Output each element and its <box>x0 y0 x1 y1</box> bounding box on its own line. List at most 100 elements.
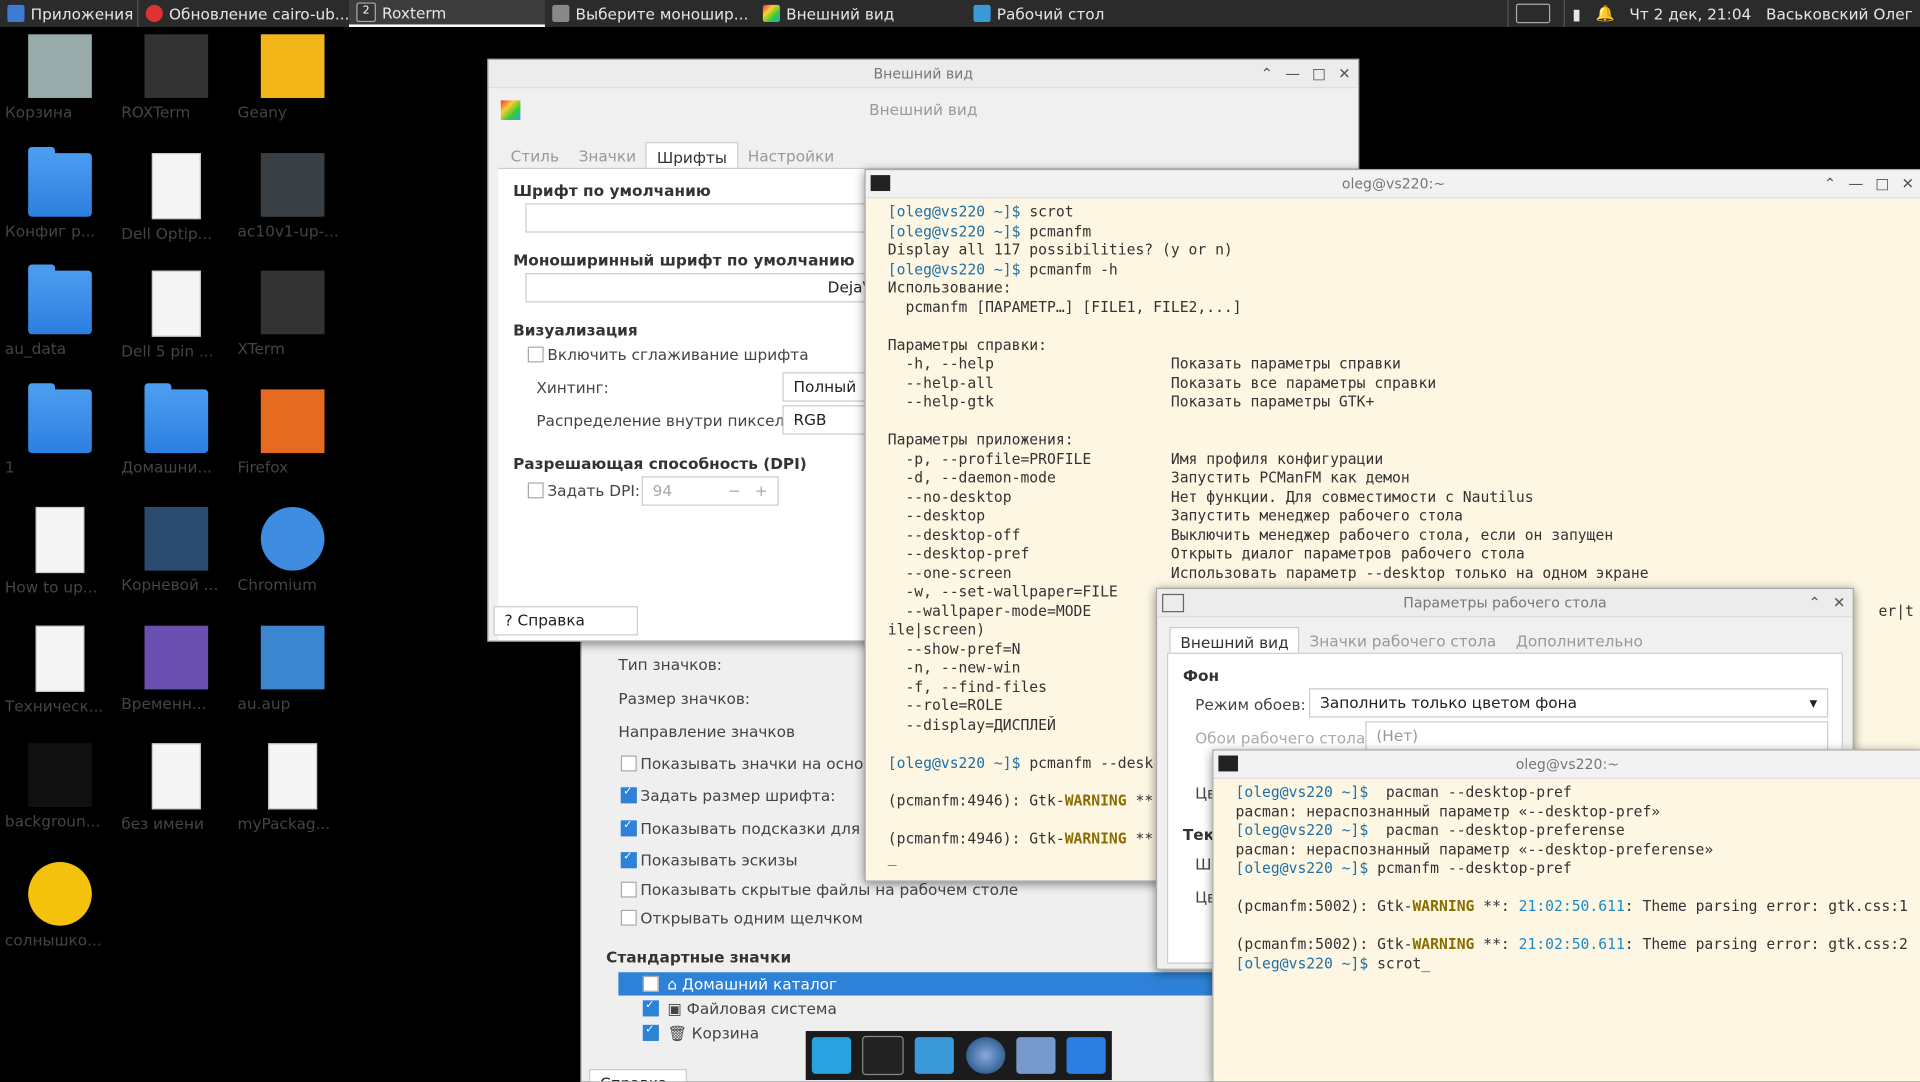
minimize-icon[interactable]: ⌃ <box>1824 170 1836 197</box>
desktop-icon-20[interactable]: myPackag... <box>235 743 350 833</box>
mono-font-button[interactable]: DejaVu <box>525 273 893 303</box>
minimize-icon[interactable]: ⌃ <box>1261 60 1273 87</box>
desktop-icon-5[interactable]: ac10v1-up-... <box>235 152 350 239</box>
hinting-label: Хинтинг: <box>536 378 609 397</box>
doc-icon <box>151 152 201 219</box>
wall-field[interactable]: (Нет) <box>1365 721 1829 751</box>
dpi-check[interactable]: Задать DPI: <box>527 481 640 500</box>
terminal-line: (pcmanfm:5002): Gtk-WARNING **: 21:02:50… <box>1235 897 1908 915</box>
desktop-icon-12[interactable]: How to up... <box>2 506 117 596</box>
std-icon-trash[interactable]: 🗑 Корзина <box>642 1024 759 1044</box>
doc-icon <box>151 743 201 810</box>
default-font-label: Шрифт по умолчанию <box>513 181 711 200</box>
show-desktop-icon[interactable] <box>811 1037 851 1074</box>
workspace-switcher[interactable] <box>1509 0 1564 27</box>
doc-icon <box>268 743 318 810</box>
minimize-icon[interactable]: ⌃ <box>1808 589 1820 616</box>
terminal-line: pcmanfm [ПАРАМЕТР…] [FILE1, FILE2,...] <box>887 298 1242 316</box>
desktop-icon-label: au_data <box>4 339 67 358</box>
dpi-spin[interactable]: 94− + <box>641 476 779 506</box>
render-label: Визуализация <box>513 320 638 340</box>
desktop-icon-16[interactable]: Временн... <box>119 625 234 712</box>
desktop-icon-15[interactable]: Техническ... <box>2 625 117 714</box>
terminal-icon <box>870 175 891 192</box>
desktop-icon-label: без имени <box>121 814 204 833</box>
terminal-icon[interactable] <box>862 1035 904 1076</box>
search-icon[interactable] <box>1016 1037 1056 1074</box>
desktop-icon-19[interactable]: без имени <box>119 743 234 833</box>
desktop-icon-7[interactable]: Dell 5 pin ... <box>119 270 234 360</box>
terminal-line: [oleg@vs220 ~]$ scrot_ <box>1235 954 1431 972</box>
desktop-icon-label: Firefox <box>237 457 289 476</box>
desktop-icon-0[interactable]: Корзина <box>2 34 117 121</box>
maximize-icon[interactable]: □ <box>1875 170 1889 197</box>
desktop-icon-10[interactable]: Домашни... <box>119 382 234 476</box>
opt4[interactable]: Показывать эскизы <box>620 851 798 869</box>
opt2[interactable]: Задать размер шрифта: <box>620 786 835 804</box>
mode-label: Режим обоев: <box>1195 695 1306 714</box>
task-opera[interactable]: Обновление cairo-ub... <box>138 0 349 27</box>
wall-label: Обои рабочего стола: <box>1195 728 1371 747</box>
desktop-icon-3[interactable]: Конфиг р... <box>2 146 117 239</box>
title-bar[interactable]: oleg@vs220:~ <box>1213 750 1920 779</box>
folder-icon[interactable] <box>1066 1037 1107 1074</box>
mode-select[interactable]: Заполнить только цветом фона ▾ <box>1308 688 1829 718</box>
doc-icon <box>35 506 85 574</box>
desktop-icon-9[interactable]: 1 <box>2 382 117 476</box>
task-font-chooser[interactable]: Выберите моношир... <box>545 0 756 27</box>
help-button-bg[interactable]: Справка <box>588 1068 687 1082</box>
apps-menu[interactable]: Приложения <box>0 0 137 27</box>
opt5[interactable]: Показывать скрытые файлы на рабочем стол… <box>620 880 1018 899</box>
file-manager-icon[interactable] <box>915 1037 955 1074</box>
folder-icon <box>28 382 92 453</box>
subtitle: Внешний вид <box>869 100 978 119</box>
std-icon-fs[interactable]: ▣ Файловая система <box>642 999 837 1018</box>
close-icon[interactable]: ✕ <box>1902 170 1914 197</box>
opera-icon <box>145 4 163 23</box>
desktop-icon-11[interactable]: Firefox <box>235 388 350 476</box>
desktop-icon-17[interactable]: au.aup <box>235 625 350 712</box>
task-roxterm[interactable]: 2 Roxterm <box>348 0 545 27</box>
browser-icon[interactable] <box>965 1037 1005 1074</box>
desktop-icon-4[interactable]: Dell Optip... <box>119 152 234 242</box>
help-button[interactable]: ? Справка <box>493 606 638 636</box>
terminal-icon <box>1218 755 1238 772</box>
minimize-button[interactable]: — <box>1285 60 1300 87</box>
antialias-check[interactable]: Включить сглаживание шрифта <box>527 345 809 364</box>
opt1[interactable]: Показывать значки на основно <box>620 754 892 773</box>
mono-font-label: Моноширинный шрифт по умолчанию <box>513 251 855 270</box>
doc-icon <box>151 270 201 337</box>
close-icon[interactable]: ✕ <box>1833 589 1845 616</box>
desktop-icon-8[interactable]: XTerm <box>235 270 350 358</box>
clock[interactable]: Чт 2 дек, 21:04 <box>1622 0 1759 27</box>
task-desktop[interactable]: Рабочий стол <box>966 0 1177 27</box>
minimize-button[interactable]: — <box>1848 170 1863 197</box>
maximize-icon[interactable]: □ <box>1312 60 1326 87</box>
terminal-output-2[interactable]: [oleg@vs220 ~]$ pacman --desktop-pref pac… <box>1213 779 1920 979</box>
xterm-icon <box>260 270 325 335</box>
close-icon[interactable]: ✕ <box>1338 60 1350 87</box>
folder-icon <box>28 146 92 217</box>
desktop-icon-6[interactable]: au_data <box>2 264 117 358</box>
desktop-icon-21[interactable]: солнышко... <box>2 861 117 948</box>
default-font-button[interactable]: U <box>525 203 893 233</box>
title-bar[interactable]: Внешний вид ⌃ — □ ✕ <box>488 60 1358 89</box>
terminal-line: -p, --profile=PROFILE Имя профиля конфиг… <box>887 450 1384 468</box>
desktop-icon-18[interactable]: backgroun... <box>2 743 117 830</box>
opt3[interactable]: Показывать подсказки для знач <box>620 819 902 838</box>
std-icon-home[interactable]: ⌂ Домашний каталог <box>618 972 1231 996</box>
desktop-icon-13[interactable]: Корневой ... <box>119 506 234 594</box>
bell-icon[interactable]: 🔔 <box>1588 0 1622 27</box>
desktop-icon-14[interactable]: Chromium <box>235 506 350 594</box>
title-bar[interactable]: Параметры рабочего стола ⌃ ✕ <box>1157 588 1853 618</box>
user-menu[interactable]: Васьковский Олег <box>1759 0 1920 27</box>
desktop-icon-2[interactable]: Geany <box>235 34 350 121</box>
terminal-line: [oleg@vs220 ~]$ pacman --desktop-prefere… <box>1235 821 1625 839</box>
task-appearance[interactable]: Внешний вид <box>756 0 967 27</box>
title-bar[interactable]: oleg@vs220:~ ⌃ — □ ✕ <box>865 170 1920 199</box>
desktop-icon-1[interactable]: ROXTerm <box>119 34 234 121</box>
battery-icon[interactable]: ▮ <box>1565 0 1588 27</box>
terminal-line: pacman: нераспознанный параметр «--deskt… <box>1235 802 1661 820</box>
opt6[interactable]: Открывать одним щелчком <box>620 909 863 927</box>
